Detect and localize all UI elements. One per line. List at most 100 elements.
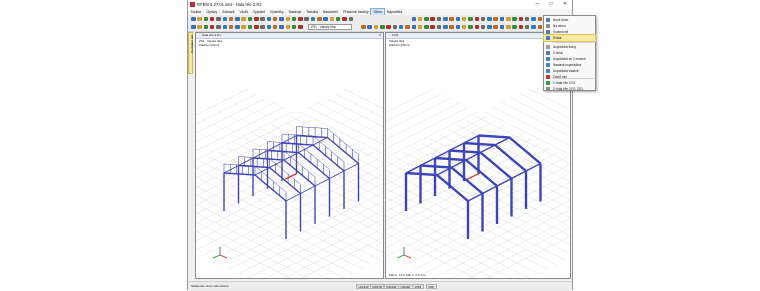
- toolbar-button-icon[interactable]: [512, 24, 517, 29]
- toolbar-button-icon[interactable]: [411, 24, 416, 29]
- toolbar-button-icon[interactable]: [272, 16, 278, 21]
- toolbar-button-icon[interactable]: [430, 24, 435, 29]
- toolbar-button-icon[interactable]: [424, 24, 429, 29]
- minimize-button[interactable]: ─: [530, 0, 544, 9]
- toolbar-button-icon[interactable]: [367, 24, 372, 29]
- toolbar-button-icon[interactable]: [480, 24, 486, 29]
- toolbar-button-icon[interactable]: [279, 24, 284, 29]
- status-toggle-button[interactable]: VODÍ: [412, 284, 424, 289]
- toolbar-button-icon[interactable]: [216, 16, 221, 21]
- toolbar-button-icon[interactable]: [461, 16, 467, 21]
- toolbar-button-icon[interactable]: [531, 24, 536, 29]
- toolbar-button-icon[interactable]: [386, 24, 391, 29]
- toolbar-button-icon[interactable]: [373, 24, 379, 29]
- load-case-combo[interactable]: ZS1 - Vlastní tíha: [308, 24, 352, 30]
- toolbar-button-icon[interactable]: [209, 24, 215, 29]
- toolbar-button-icon[interactable]: [392, 24, 398, 29]
- toolbar-button-icon[interactable]: [191, 24, 196, 29]
- toolbar-button-icon[interactable]: [197, 16, 202, 21]
- toolbar-button-icon[interactable]: [342, 16, 347, 21]
- toolbar-button-icon[interactable]: [291, 16, 297, 21]
- toolbar-button-icon[interactable]: [537, 16, 542, 21]
- status-toggle-button[interactable]: DXF: [426, 284, 437, 289]
- toolbar-button-icon[interactable]: [228, 24, 234, 29]
- toolbar-button-icon[interactable]: [436, 16, 442, 21]
- toolbar-button-icon[interactable]: [474, 24, 479, 29]
- toolbar-button-icon[interactable]: [285, 16, 290, 21]
- toolbar-button-icon[interactable]: [247, 16, 253, 21]
- toolbar-button-icon[interactable]: [260, 24, 265, 29]
- toolbar-button-icon[interactable]: [474, 16, 479, 21]
- toolbar-button-icon[interactable]: [487, 16, 492, 21]
- toolbar-button-icon[interactable]: [443, 24, 448, 29]
- toolbar-button-icon[interactable]: [449, 24, 454, 29]
- toolbar-button-icon[interactable]: [348, 16, 353, 21]
- toolbar-button-icon[interactable]: [329, 16, 335, 21]
- toolbar-button-icon[interactable]: [298, 16, 303, 21]
- close-button[interactable]: ✕: [558, 0, 572, 9]
- window-menu-item[interactable]: Svisle: [543, 34, 596, 42]
- toolbar-button-icon[interactable]: [361, 24, 366, 29]
- toolbar-button-icon[interactable]: [468, 16, 473, 21]
- toolbar-button-icon[interactable]: [235, 24, 240, 29]
- toolbar-button-icon[interactable]: [304, 16, 309, 21]
- toolbar-button-icon[interactable]: [335, 16, 341, 21]
- toolbar-button-icon[interactable]: [197, 24, 202, 29]
- toolbar-button-icon[interactable]: [468, 24, 473, 29]
- toolbar-button-icon[interactable]: [209, 16, 215, 21]
- toolbar-button-icon[interactable]: [455, 16, 461, 21]
- toolbar-button-icon[interactable]: [285, 24, 290, 29]
- toolbar-button-icon[interactable]: [449, 16, 454, 21]
- toolbar-button-icon[interactable]: [291, 24, 297, 29]
- window-menu-item[interactable]: 2 Hala Hle 2.RJ, ZS1: [544, 86, 595, 92]
- toolbar-button-icon[interactable]: [398, 24, 404, 29]
- toolbar-button-icon[interactable]: [272, 24, 278, 29]
- toolbar-button-icon[interactable]: [247, 24, 253, 29]
- model-view-left[interactable]: [196, 33, 384, 279]
- toolbar-button-icon[interactable]: [524, 24, 530, 29]
- toolbar-button-icon[interactable]: [417, 16, 423, 21]
- view-pane-left[interactable]: Hala Hle 2.RJ × ZS1 : Vlastní tíha Zatíž…: [195, 32, 384, 279]
- toolbar-button-icon[interactable]: [266, 24, 272, 29]
- toolbar-button-icon[interactable]: [518, 24, 524, 29]
- toolbar-button-icon[interactable]: [254, 24, 259, 29]
- toolbar-button-icon[interactable]: [203, 16, 209, 21]
- toolbar-button-icon[interactable]: [317, 16, 322, 21]
- toolbar-button-icon[interactable]: [279, 16, 284, 21]
- toolbar-button-icon[interactable]: [235, 16, 240, 21]
- toolbar-button-icon[interactable]: [203, 24, 209, 29]
- toolbar-button-icon[interactable]: [455, 24, 461, 29]
- toolbar-button-icon[interactable]: [260, 16, 265, 21]
- toolbar-button-icon[interactable]: [424, 16, 429, 21]
- toolbar-button-icon[interactable]: [493, 24, 498, 29]
- toolbar-button-icon[interactable]: [531, 16, 536, 21]
- toolbar-button-icon[interactable]: [323, 16, 328, 21]
- toolbar-button-icon[interactable]: [537, 24, 542, 29]
- toolbar-button-icon[interactable]: [405, 24, 410, 29]
- toolbar-button-icon[interactable]: [228, 16, 234, 21]
- toolbar-button-icon[interactable]: [411, 16, 416, 21]
- toolbar-button-icon[interactable]: [506, 16, 511, 21]
- toolbar-button-icon[interactable]: [436, 24, 442, 29]
- toolbar-button-icon[interactable]: [417, 24, 423, 29]
- toolbar-button-icon[interactable]: [518, 16, 524, 21]
- toolbar-button-icon[interactable]: [499, 24, 505, 29]
- toolbar-button-icon[interactable]: [298, 24, 303, 29]
- toolbar-button-icon[interactable]: [512, 16, 517, 21]
- toolbar-button-icon[interactable]: [216, 24, 221, 29]
- maximize-button[interactable]: □: [544, 0, 558, 9]
- toolbar-button-icon[interactable]: [493, 16, 498, 21]
- status-toggle-button[interactable]: RASTR: [370, 284, 385, 289]
- status-toggle-button[interactable]: KSOUR: [384, 284, 399, 289]
- toolbar-button-icon[interactable]: [499, 16, 505, 21]
- toolbar-button-icon[interactable]: [310, 16, 316, 21]
- toolbar-button-icon[interactable]: [241, 16, 246, 21]
- toolbar-button-icon[interactable]: [266, 16, 272, 21]
- toolbar-button-icon[interactable]: [254, 16, 259, 21]
- toolbar-button-icon[interactable]: [222, 24, 227, 29]
- toolbar-button-icon[interactable]: [487, 24, 492, 29]
- toolbar-button-icon[interactable]: [524, 16, 530, 21]
- toolbar-button-icon[interactable]: [222, 16, 227, 21]
- status-toggle-button[interactable]: UCHOP: [356, 284, 372, 289]
- toolbar-button-icon[interactable]: [430, 16, 435, 21]
